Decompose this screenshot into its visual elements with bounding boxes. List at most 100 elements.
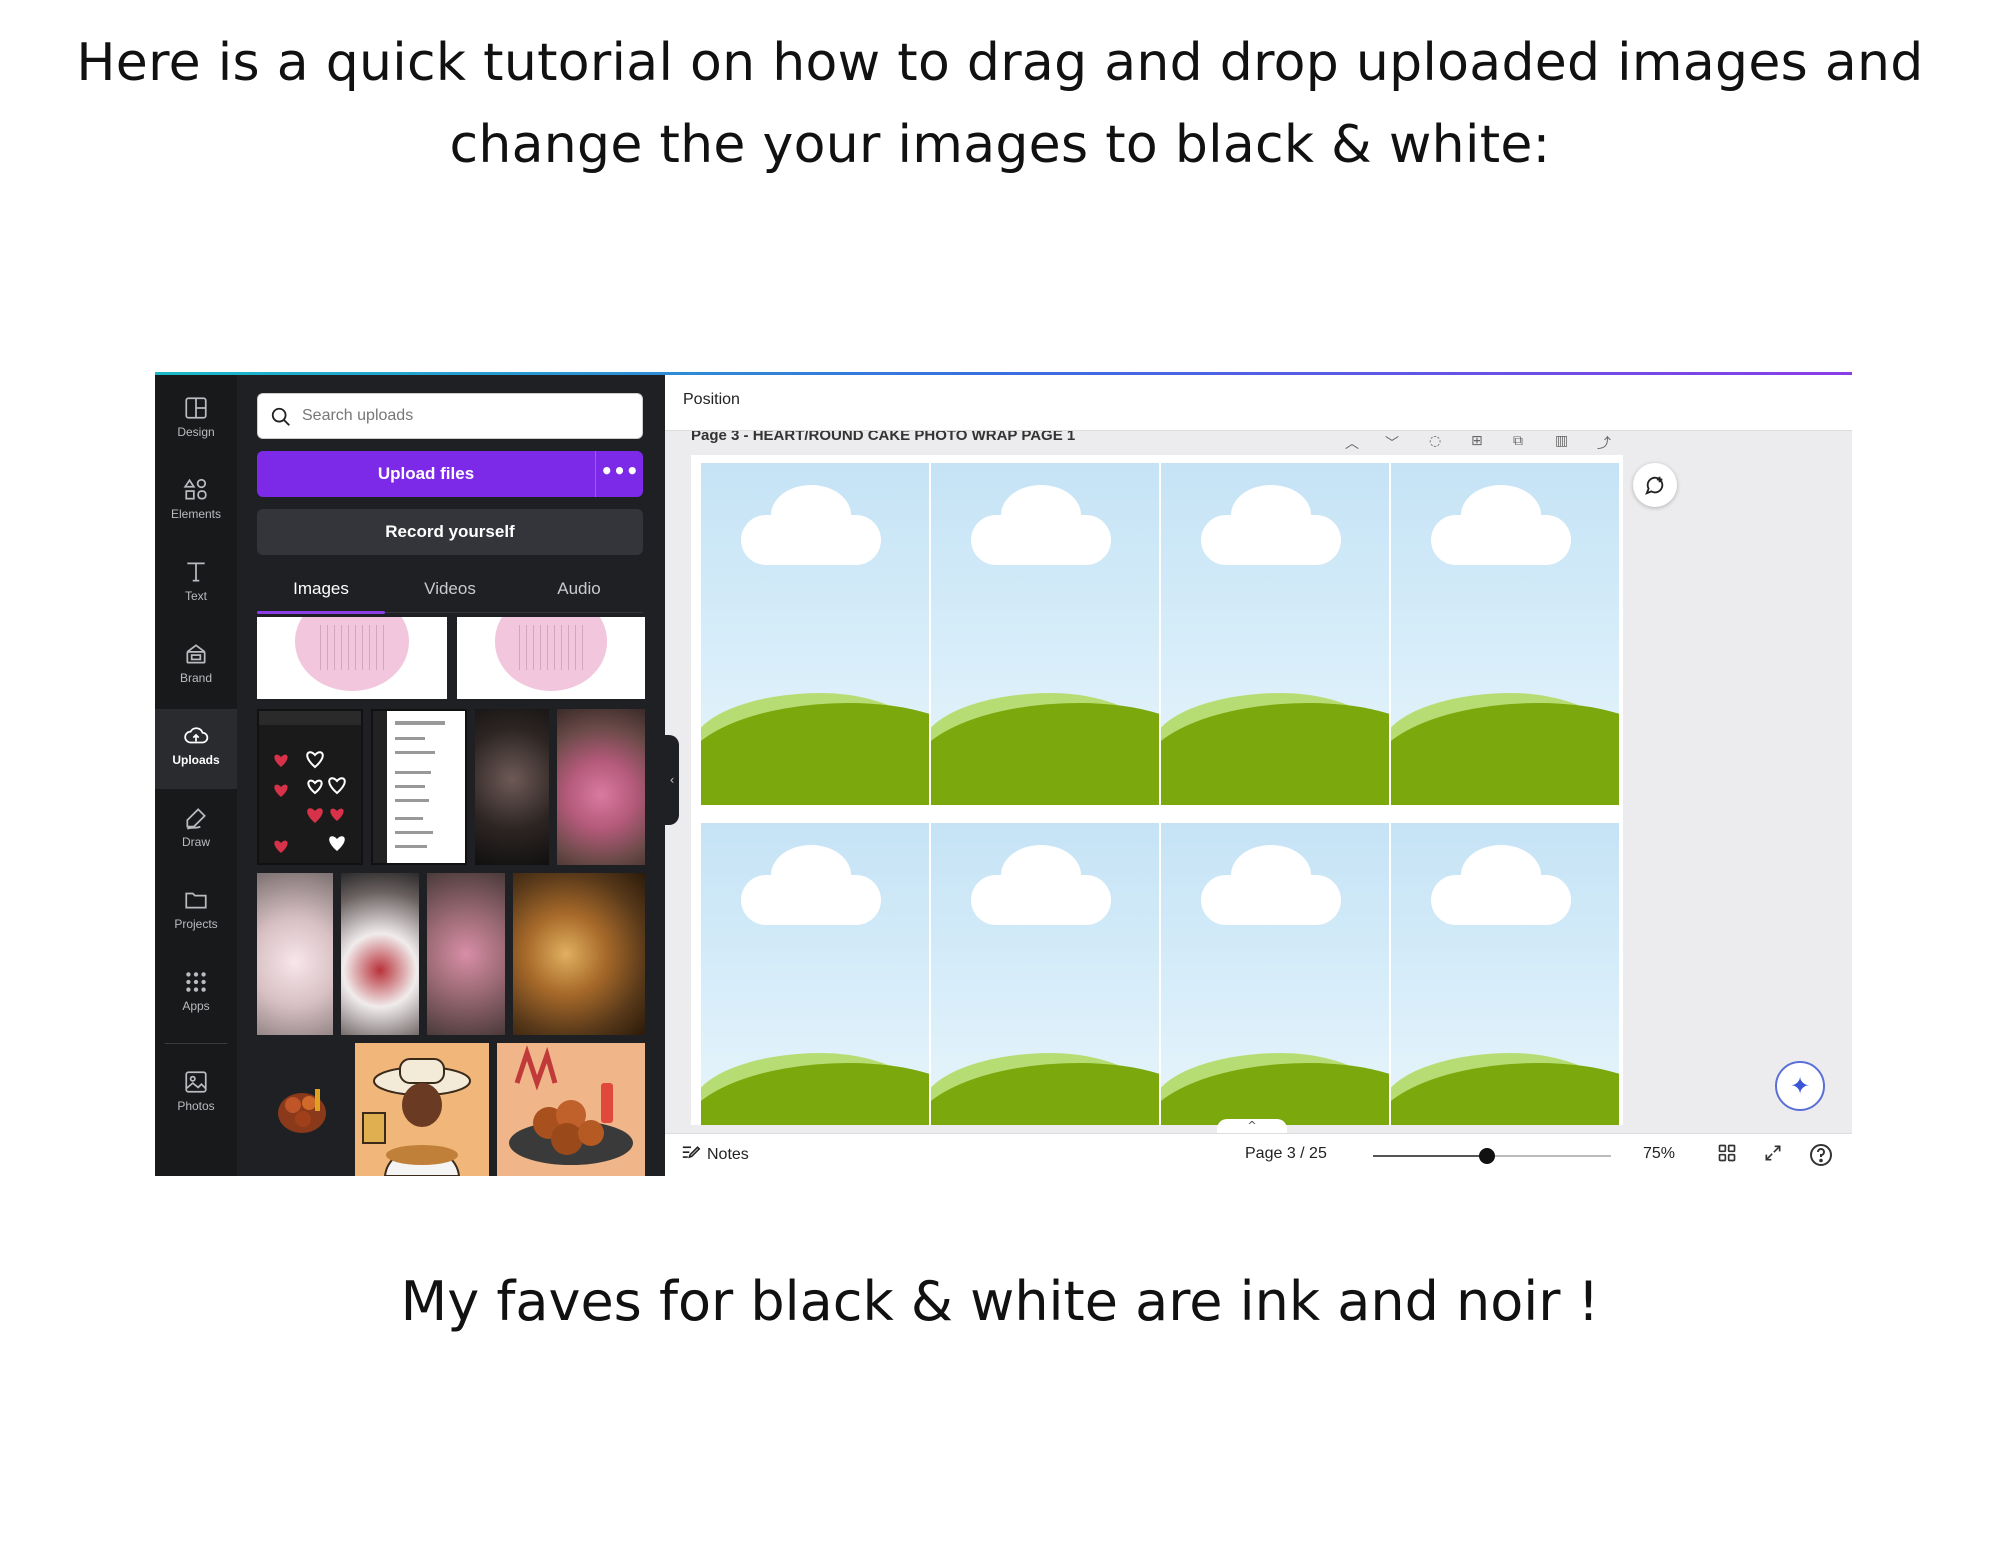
zoom-slider[interactable] [1373,1148,1611,1164]
food-sticker-image [278,1089,326,1133]
upload-thumbnail[interactable] [475,709,549,865]
upload-thumbnail[interactable] [257,709,363,865]
heading-line-1: Here is a quick tutorial on how to drag … [76,33,1924,93]
comment-plus-icon [1645,476,1664,495]
brand-icon [186,644,206,664]
zoom-percentage[interactable]: 75% [1643,1145,1675,1163]
search-input[interactable] [302,394,632,438]
photo-wrap-panel[interactable] [1161,463,1389,805]
upload-thumbnail[interactable] [371,709,467,865]
hide-page-icon[interactable]: ◌ [1429,433,1441,449]
upload-thumbnail[interactable] [257,873,333,1035]
left-rail: Design Elements Text Brand Uploads Draw … [155,375,237,1176]
rail-item-uploads[interactable]: Uploads [155,709,237,789]
show-pages-handle[interactable]: ^ [1217,1119,1287,1133]
page-title[interactable]: Page 3 - HEART/ROUND CAKE PHOTO WRAP PAG… [691,431,1291,449]
fullscreen-icon[interactable] [1763,1143,1783,1167]
editor-toolbar: Position [665,375,1852,431]
photo-wrap-panel[interactable] [1391,463,1619,805]
footer-note: My faves for black & white are ink and n… [400,1270,1600,1333]
upload-files-button[interactable]: Upload files ••• [257,451,643,497]
upload-thumbnail[interactable] [513,873,645,1035]
grid-view-icon[interactable] [1717,1143,1737,1167]
upload-type-tabs: Images Videos Audio [257,565,643,614]
delete-page-icon[interactable]: ▥ [1555,433,1568,449]
help-icon[interactable] [1809,1143,1833,1171]
rail-item-projects[interactable]: Projects [155,873,237,953]
photos-icon [185,1071,207,1093]
rail-item-apps[interactable]: Apps [155,955,237,1035]
projects-icon [185,892,207,909]
magic-assistant-button[interactable]: ✦ [1775,1061,1825,1111]
rail-item-photos[interactable]: Photos [155,1055,237,1135]
position-button[interactable]: Position [683,391,740,409]
chevron-up-icon: ^ [1247,1119,1257,1132]
zoom-slider-handle[interactable] [1478,1148,1495,1164]
rail-item-design[interactable]: Design [155,381,237,461]
hearts-image [259,711,361,853]
uploads-panel: Upload files ••• Record yourself Images … [237,375,665,1176]
photo-wrap-panel[interactable] [701,823,929,1125]
tab-audio[interactable]: Audio [515,565,643,613]
rail-item-text[interactable]: Text [155,545,237,625]
bottom-status-bar: Notes Page 3 / 25 75% [665,1133,1852,1176]
design-icon [185,397,207,419]
photo-wrap-panel[interactable] [1161,823,1389,1125]
design-page[interactable] [691,455,1623,1125]
page-indicator[interactable]: Page 3 / 25 [1245,1145,1327,1163]
upload-more-options-button[interactable]: ••• [595,451,643,497]
rail-divider [165,1043,227,1044]
sparkle-icon: ✦ [1789,1072,1811,1100]
rail-item-draw[interactable]: Draw [155,791,237,871]
add-page-icon[interactable]: ⊞ [1471,433,1483,449]
text-icon [187,562,205,582]
upload-thumbnail[interactable] [457,617,645,699]
rail-item-elements[interactable]: Elements [155,463,237,543]
tab-images[interactable]: Images [257,565,385,614]
search-box[interactable] [257,393,643,439]
tab-videos[interactable]: Videos [386,565,514,613]
upload-thumbnail[interactable] [257,1043,347,1176]
photo-wrap-panel[interactable] [701,463,929,805]
woman-illustration-image [362,1058,471,1176]
rail-label: Apps [182,999,210,1013]
rail-label: Uploads [172,753,220,767]
photo-wrap-panel[interactable] [931,463,1159,805]
menu-screenshot-image [373,711,445,863]
rail-label: Projects [174,917,218,931]
canva-screenshot: Design Elements Text Brand Uploads Draw … [155,372,1852,1176]
draw-icon [186,808,206,830]
photo-wrap-panel[interactable] [1391,823,1619,1125]
page-actions: ︿ ﹀ ◌ ⊞ ⧉ ▥ ⤴ [1345,433,1645,453]
notes-button[interactable]: Notes [681,1144,749,1164]
photo-wrap-panel[interactable] [931,823,1159,1125]
rail-label: Text [184,589,207,603]
chevron-down-icon[interactable]: ﹀ [1385,433,1399,453]
rail-label: Elements [170,507,222,521]
elements-icon [183,478,207,500]
rail-label: Design [177,425,215,439]
design-canvas-area: Position Page 3 - HEART/ROUND CAKE PHOTO… [665,375,1852,1176]
search-icon [271,407,290,426]
upload-thumbnail[interactable] [257,617,447,699]
uploads-icon [184,727,209,744]
more-page-icon[interactable]: ⤴ [1597,433,1611,453]
apps-icon [186,972,206,992]
record-yourself-button[interactable]: Record yourself [257,509,643,555]
upload-thumbnail[interactable] [341,873,419,1035]
upload-thumbnail[interactable] [427,873,505,1035]
duplicate-page-icon[interactable]: ⧉ [1513,433,1523,449]
zoom-slider-fill [1373,1155,1487,1157]
add-comment-button[interactable] [1633,463,1677,507]
chevron-up-icon[interactable]: ︿ [1345,433,1359,453]
rail-item-brand[interactable]: Brand [155,627,237,707]
upload-thumbnail[interactable] [497,1043,645,1176]
notes-label: Notes [707,1146,749,1163]
notes-icon [682,1146,701,1159]
upload-thumbnail[interactable] [557,709,645,865]
chevron-left-icon: ‹ [669,773,675,787]
upload-files-label: Upload files [377,464,475,483]
upload-thumbnail[interactable] [355,1043,489,1176]
heading-line-2: change the your images to black & white: [449,115,1551,175]
collapse-panel-handle[interactable]: ‹ [665,735,679,825]
